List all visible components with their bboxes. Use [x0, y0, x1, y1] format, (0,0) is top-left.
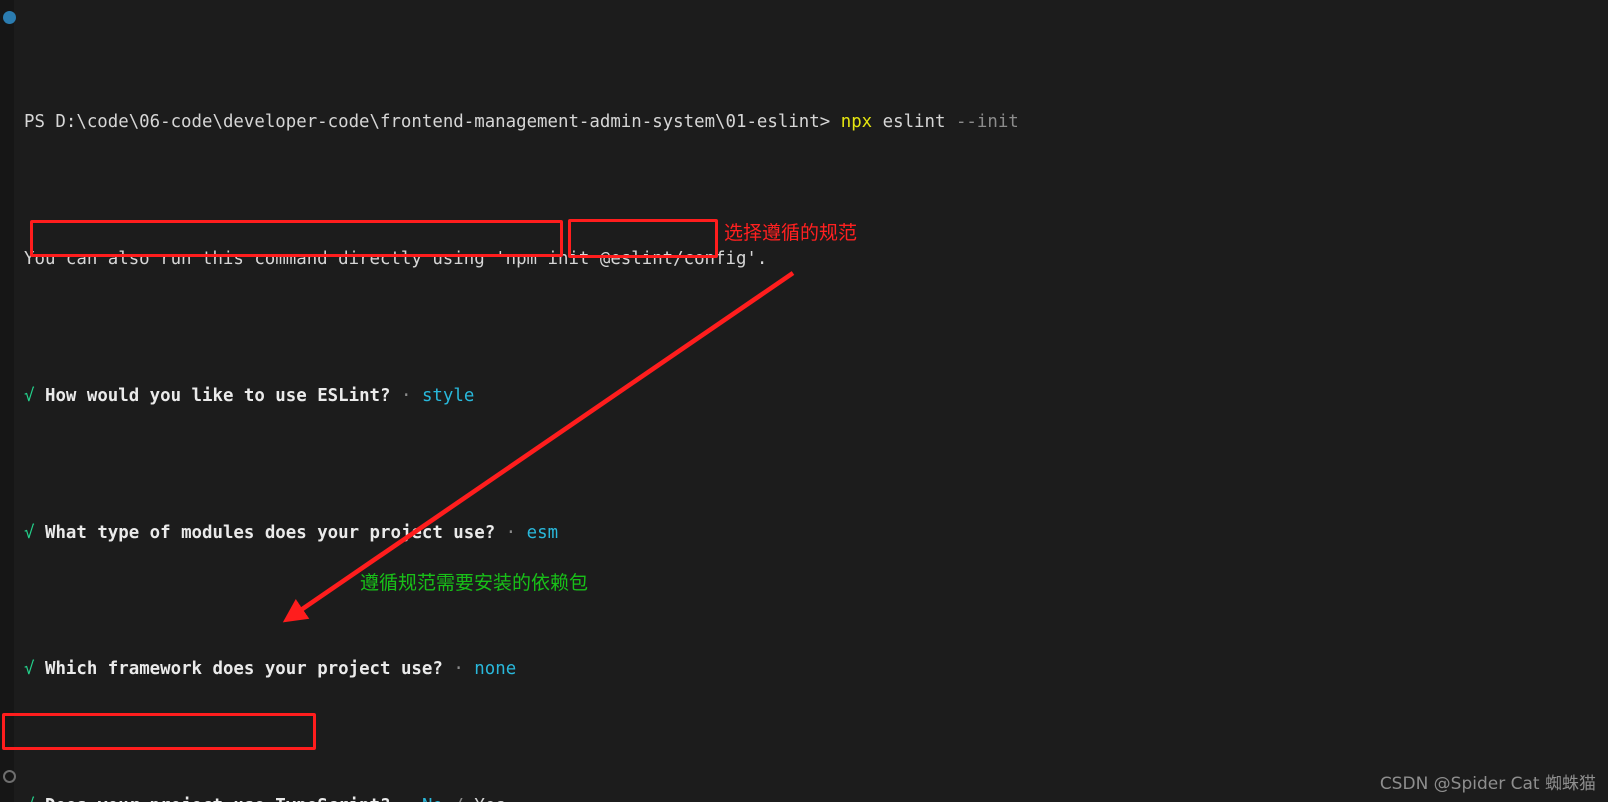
question-line-typescript: √ Does your project use TypeScript? · No… [0, 793, 1608, 802]
command-arg: eslint [882, 112, 946, 133]
prompt-prefix: PS [24, 112, 56, 133]
question-line-framework: √ Which framework does your project use?… [0, 656, 1608, 683]
answer-separator: · [505, 522, 517, 543]
answer-separator: · [400, 385, 412, 406]
output-hint-line: You can also run this command directly u… [0, 246, 1608, 273]
answer-value-selected: No [422, 796, 443, 802]
watermark-text: CSDN @Spider Cat 蜘蛛猫 [1379, 774, 1596, 794]
annotation-note-required-deps: 遵循规范需要安装的依赖包 [360, 572, 589, 594]
command-program: npx [840, 112, 873, 133]
question-label: Which framework does your project use? [44, 659, 443, 680]
terminal-output[interactable]: PS D:\code\06-code\developer-code\fronte… [0, 0, 1608, 802]
answer-value: style [421, 385, 475, 406]
check-icon: √ [24, 659, 35, 680]
prompt-line-top: PS D:\code\06-code\developer-code\fronte… [0, 109, 1608, 136]
hint-text: You can also run this command directly u… [24, 249, 768, 270]
answer-value-alternate: Yes [474, 796, 505, 802]
answer-value: none [474, 659, 517, 680]
question-label: What type of modules does your project u… [44, 522, 496, 543]
question-label: How would you like to use ESLint? [44, 385, 391, 406]
question-label: Does your project use TypeScript? [45, 796, 391, 802]
answer-separator: · [453, 659, 464, 680]
check-icon: √ [24, 385, 35, 406]
answer-value: esm [526, 522, 559, 543]
answer-slash: / [453, 796, 463, 802]
question-line-module-type: √ What type of modules does your project… [0, 520, 1608, 547]
question-line-use-eslint: √ How would you like to use ESLint? · st… [0, 383, 1608, 410]
check-icon: √ [24, 522, 35, 543]
command-flag: --init [955, 112, 1019, 133]
answer-separator: · [401, 796, 411, 802]
prompt-cwd: D:\code\06-code\developer-code\frontend-… [55, 112, 820, 133]
annotation-note-choose-spec: 选择遵循的规范 [724, 222, 858, 244]
prompt-suffix: > [819, 112, 831, 133]
check-icon: √ [24, 796, 34, 802]
terminal-screen: PS D:\code\06-code\developer-code\fronte… [0, 0, 1608, 802]
